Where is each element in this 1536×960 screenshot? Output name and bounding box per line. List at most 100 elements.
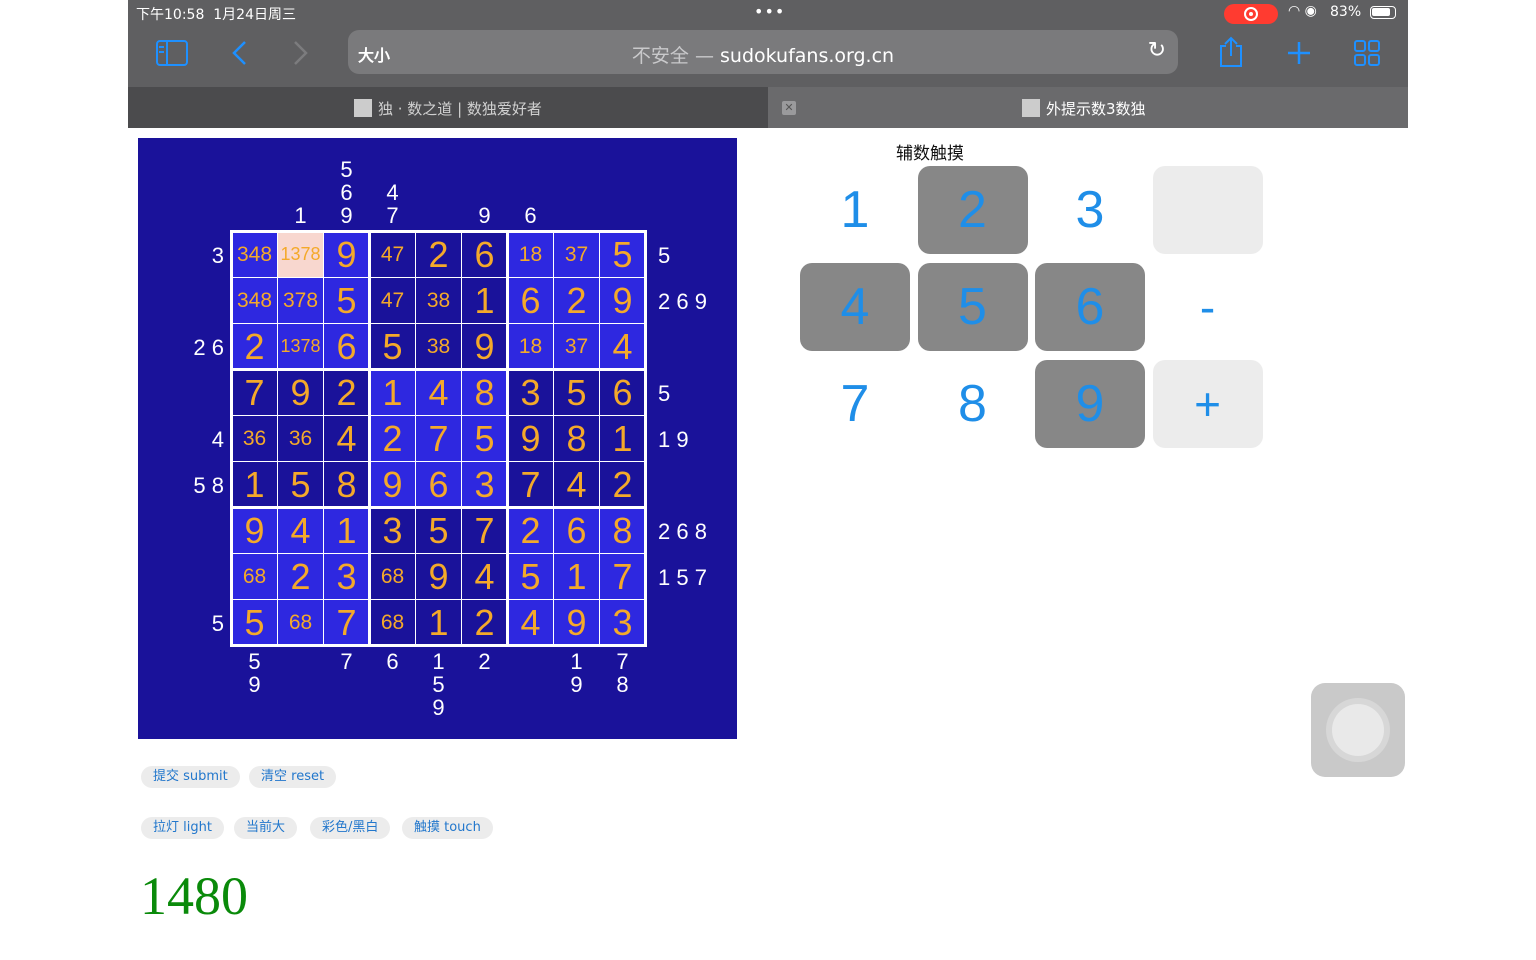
sudoku-cell[interactable]: 2 bbox=[415, 231, 462, 278]
sudoku-cell[interactable]: 6 bbox=[599, 369, 646, 416]
sudoku-cell[interactable]: 2 bbox=[553, 277, 600, 324]
sudoku-cell[interactable]: 4 bbox=[553, 461, 600, 508]
sudoku-cell[interactable]: 7 bbox=[599, 553, 646, 600]
sudoku-cell[interactable]: 3 bbox=[323, 553, 370, 600]
sudoku-cell[interactable]: 6 bbox=[461, 231, 508, 278]
sudoku-cell[interactable]: 6 bbox=[323, 323, 370, 370]
sudoku-cell[interactable]: 5 bbox=[323, 277, 370, 324]
sudoku-cell[interactable]: 2 bbox=[277, 553, 324, 600]
digit-key-1[interactable]: 1 bbox=[800, 166, 910, 254]
digit-key-8[interactable]: 8 bbox=[918, 360, 1028, 448]
sudoku-cell[interactable]: 68 bbox=[277, 599, 324, 646]
back-icon[interactable] bbox=[230, 40, 250, 66]
sudoku-cell[interactable]: 9 bbox=[323, 231, 370, 278]
sudoku-cell[interactable]: 5 bbox=[461, 415, 508, 462]
sudoku-cell[interactable]: 6 bbox=[553, 507, 600, 554]
sudoku-cell[interactable]: 37 bbox=[553, 231, 600, 278]
sudoku-cell[interactable]: 6 bbox=[507, 277, 554, 324]
color-mode-button[interactable]: 彩色/黑白 bbox=[310, 817, 391, 839]
sudoku-cell[interactable]: 38 bbox=[415, 277, 462, 324]
sudoku-cell[interactable]: 8 bbox=[461, 369, 508, 416]
sudoku-cell[interactable]: 4 bbox=[277, 507, 324, 554]
sudoku-cell[interactable]: 1 bbox=[323, 507, 370, 554]
sudoku-cell[interactable]: 3 bbox=[599, 599, 646, 646]
sudoku-cell[interactable]: 5 bbox=[599, 231, 646, 278]
sudoku-cell[interactable]: 9 bbox=[553, 599, 600, 646]
sudoku-cell[interactable]: 18 bbox=[507, 323, 554, 370]
sudoku-cell[interactable]: 9 bbox=[599, 277, 646, 324]
sudoku-cell[interactable]: 2 bbox=[461, 599, 508, 646]
sudoku-cell[interactable]: 18 bbox=[507, 231, 554, 278]
sudoku-cell[interactable]: 9 bbox=[369, 461, 416, 508]
address-bar[interactable]: 大小 不安全 — sudokufans.org.cn ↻ bbox=[348, 30, 1178, 74]
tab-outside-clue-sudoku[interactable]: ✕ 外提示数3数独 bbox=[768, 87, 1408, 128]
reset-button[interactable]: 清空 reset bbox=[249, 766, 337, 788]
assistive-touch-icon[interactable] bbox=[1311, 683, 1405, 777]
sudoku-cell[interactable]: 36 bbox=[277, 415, 324, 462]
sudoku-cell[interactable]: 5 bbox=[231, 599, 278, 646]
tabs-overview-icon[interactable] bbox=[1354, 40, 1380, 66]
sudoku-cell[interactable]: 7 bbox=[415, 415, 462, 462]
sudoku-cell[interactable]: 4 bbox=[599, 323, 646, 370]
sudoku-cell[interactable]: 47 bbox=[369, 231, 416, 278]
digit-key-9[interactable]: 9 bbox=[1035, 360, 1145, 448]
sudoku-cell[interactable]: 47 bbox=[369, 277, 416, 324]
sudoku-cell[interactable]: 5 bbox=[277, 461, 324, 508]
sudoku-cell[interactable]: 1 bbox=[461, 277, 508, 324]
light-button[interactable]: 拉灯 light bbox=[141, 817, 224, 839]
record-icon[interactable] bbox=[1224, 4, 1278, 24]
sudoku-cell[interactable]: 3 bbox=[369, 507, 416, 554]
sudoku-cell[interactable]: 3 bbox=[507, 369, 554, 416]
sudoku-cell[interactable]: 38 bbox=[415, 323, 462, 370]
sudoku-cell[interactable]: 36 bbox=[231, 415, 278, 462]
sudoku-cell[interactable]: 9 bbox=[231, 507, 278, 554]
sudoku-cell[interactable]: 4 bbox=[323, 415, 370, 462]
sudoku-cell[interactable]: 2 bbox=[323, 369, 370, 416]
sudoku-cell[interactable]: 8 bbox=[553, 415, 600, 462]
sudoku-cell[interactable]: 1 bbox=[415, 599, 462, 646]
digit-key-7[interactable]: 7 bbox=[800, 360, 910, 448]
sudoku-cell[interactable]: 4 bbox=[461, 553, 508, 600]
digit-key-4[interactable]: 4 bbox=[800, 263, 910, 351]
sudoku-cell[interactable]: 5 bbox=[507, 553, 554, 600]
sudoku-cell[interactable]: 8 bbox=[323, 461, 370, 508]
sudoku-cell[interactable]: 1378 bbox=[277, 231, 324, 278]
sudoku-cell[interactable]: 5 bbox=[369, 323, 416, 370]
sudoku-cell[interactable]: 68 bbox=[369, 553, 416, 600]
digit-key-5[interactable]: 5 bbox=[917, 263, 1028, 351]
sudoku-cell[interactable]: 1 bbox=[369, 369, 416, 416]
share-icon[interactable] bbox=[1218, 36, 1244, 68]
sudoku-cell[interactable]: 3 bbox=[461, 461, 508, 508]
new-tab-icon[interactable] bbox=[1286, 40, 1312, 66]
plus-key[interactable]: + bbox=[1152, 360, 1263, 448]
sudoku-cell[interactable]: 37 bbox=[553, 323, 600, 370]
sudoku-cell[interactable]: 7 bbox=[323, 599, 370, 646]
multitasking-dots-icon[interactable]: ••• bbox=[754, 2, 785, 21]
sudoku-cell[interactable]: 348 bbox=[231, 277, 278, 324]
blank-key[interactable] bbox=[1152, 166, 1263, 254]
sudoku-cell[interactable]: 6 bbox=[415, 461, 462, 508]
sudoku-cell[interactable]: 2 bbox=[369, 415, 416, 462]
sudoku-cell[interactable]: 8 bbox=[599, 507, 646, 554]
sudoku-cell[interactable]: 2 bbox=[507, 507, 554, 554]
sudoku-cell[interactable]: 4 bbox=[507, 599, 554, 646]
close-tab-icon[interactable]: ✕ bbox=[782, 101, 796, 115]
sudoku-cell[interactable]: 68 bbox=[231, 553, 278, 600]
digit-key-6[interactable]: 6 bbox=[1035, 263, 1145, 351]
touch-button[interactable]: 触摸 touch bbox=[402, 817, 493, 839]
sudoku-cell[interactable]: 9 bbox=[277, 369, 324, 416]
sudoku-cell[interactable]: 7 bbox=[461, 507, 508, 554]
reload-icon[interactable]: ↻ bbox=[1148, 38, 1166, 63]
sudoku-cell[interactable]: 7 bbox=[507, 461, 554, 508]
sidebar-icon[interactable] bbox=[156, 40, 188, 66]
sudoku-cell[interactable]: 9 bbox=[507, 415, 554, 462]
sudoku-cell[interactable]: 5 bbox=[415, 507, 462, 554]
sudoku-cell[interactable]: 1 bbox=[599, 415, 646, 462]
tab-sudokufans-home[interactable]: 独 · 数之道 | 数独爱好者 bbox=[128, 87, 768, 128]
digit-key-3[interactable]: 3 bbox=[1035, 166, 1145, 254]
forward-icon[interactable] bbox=[290, 40, 310, 66]
current-size-button[interactable]: 当前大 bbox=[234, 817, 298, 839]
digit-key-2[interactable]: 2 bbox=[917, 166, 1028, 254]
sudoku-cell[interactable]: 1 bbox=[231, 461, 278, 508]
sudoku-cell[interactable]: 1 bbox=[553, 553, 600, 600]
